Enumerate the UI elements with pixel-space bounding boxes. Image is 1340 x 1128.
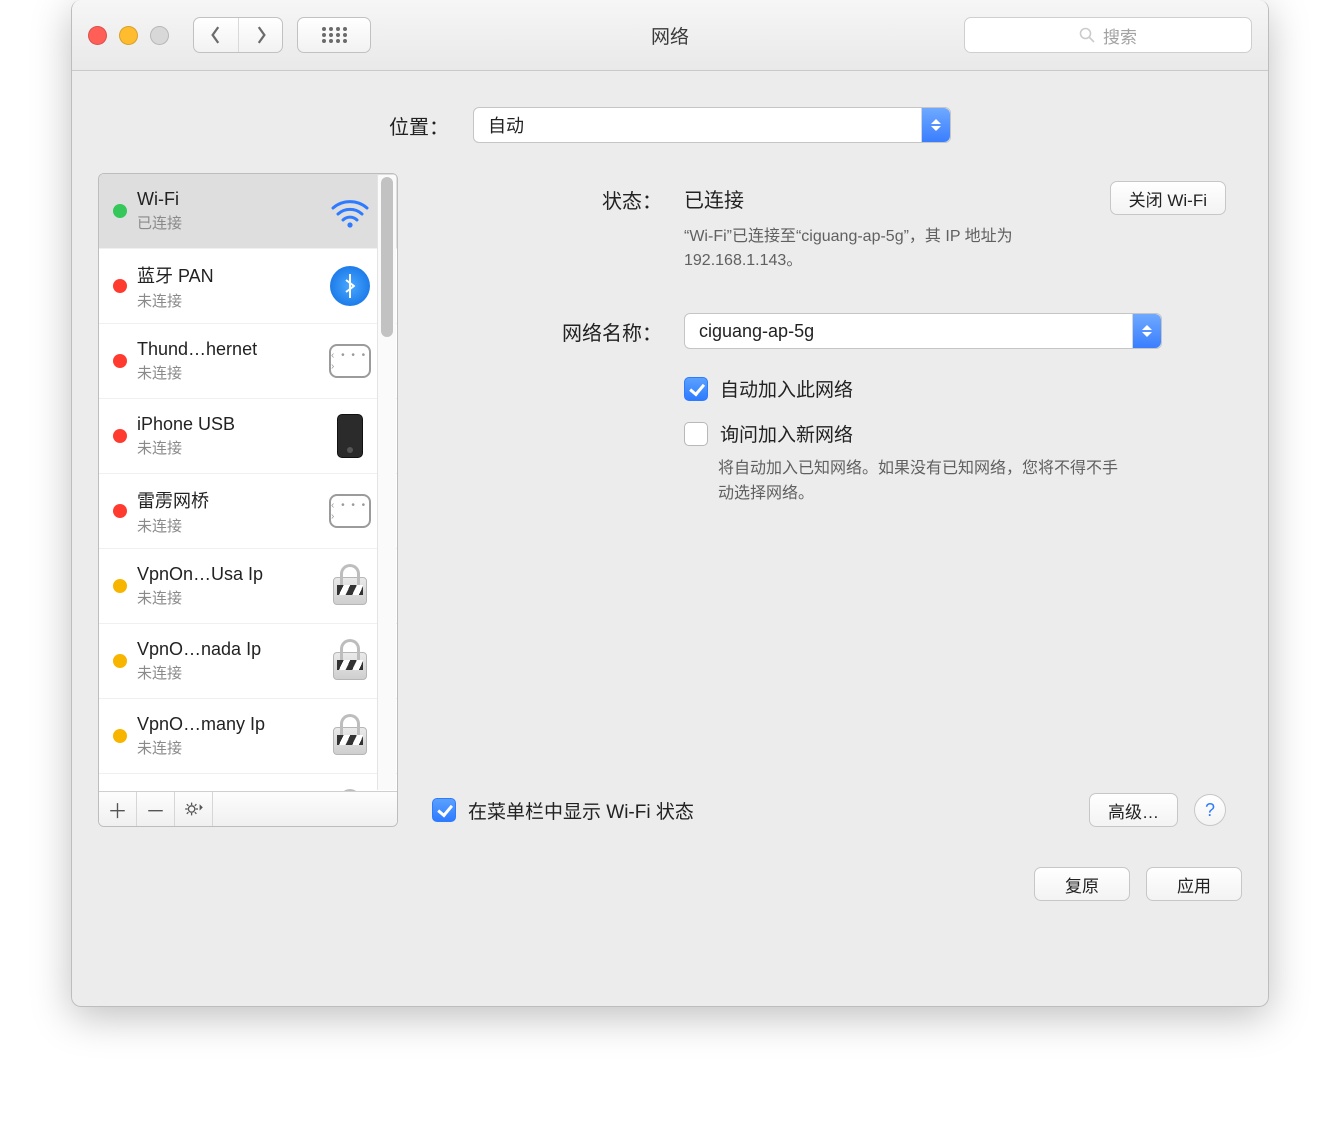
service-status: 未连接 <box>137 437 319 458</box>
search-icon <box>1079 27 1095 43</box>
vpn-lock-icon <box>329 640 371 682</box>
service-list[interactable]: Wi-Fi已连接蓝牙 PAN未连接Thund…hernet未连接‹ • • • … <box>99 174 397 791</box>
status-dot-icon <box>113 279 127 293</box>
show-all-button[interactable] <box>298 18 370 52</box>
ask-join-label: 询问加入新网络 <box>720 420 853 447</box>
auto-join-label: 自动加入此网络 <box>720 375 853 402</box>
service-name: 雷雳网桥 <box>137 487 319 513</box>
show-menubar-checkbox[interactable]: 在菜单栏中显示 Wi-Fi 状态 <box>432 797 694 824</box>
checkbox-icon <box>684 377 708 401</box>
location-value: 自动 <box>488 112 524 138</box>
status-dot-icon <box>113 429 127 443</box>
scrollbar-thumb[interactable] <box>381 177 393 337</box>
status-dot-icon <box>113 579 127 593</box>
status-dot-icon <box>113 354 127 368</box>
chevron-right-icon <box>254 26 268 44</box>
advanced-button[interactable]: 高级… <box>1089 793 1178 827</box>
remove-service-button[interactable]: － <box>137 792 175 826</box>
service-status: 未连接 <box>137 362 319 383</box>
checkbox-icon <box>684 422 708 446</box>
service-list-panel: Wi-Fi已连接蓝牙 PAN未连接Thund…hernet未连接‹ • • • … <box>98 173 398 827</box>
dialog-footer: 复原 应用 <box>72 853 1268 901</box>
caret-updown-icon <box>1132 314 1161 348</box>
status-dot-icon <box>113 654 127 668</box>
scrollbar[interactable] <box>377 175 396 790</box>
show-menubar-label: 在菜单栏中显示 Wi-Fi 状态 <box>468 797 694 824</box>
service-item[interactable]: VpnO…tp Uk Ip未连接 <box>99 774 397 791</box>
ask-join-checkbox[interactable]: 询问加入新网络 <box>684 420 1226 447</box>
iphone-icon <box>329 415 371 457</box>
service-name: VpnO…nada Ip <box>137 639 319 660</box>
service-item[interactable]: Thund…hernet未连接 ‹ • • • › <box>99 324 397 399</box>
service-list-footer: ＋ － <box>99 791 397 826</box>
service-status: 未连接 <box>137 662 319 683</box>
status-dot-icon <box>113 204 127 218</box>
chevron-left-icon <box>209 26 223 44</box>
caret-updown-icon <box>921 108 950 142</box>
service-item[interactable]: VpnOn…Usa Ip未连接 <box>99 549 397 624</box>
auto-join-checkbox[interactable]: 自动加入此网络 <box>684 375 1226 402</box>
help-button[interactable]: ? <box>1194 794 1226 826</box>
wifi-icon <box>329 190 371 232</box>
detail-panel: 状态： 已连接 关闭 Wi-Fi “Wi-Fi”已连接至“ciguang-ap-… <box>416 173 1242 827</box>
revert-button[interactable]: 复原 <box>1034 867 1130 901</box>
gear-icon <box>184 801 204 817</box>
status-dot-icon <box>113 504 127 518</box>
network-name-value: ciguang-ap-5g <box>699 321 814 342</box>
service-item[interactable]: VpnO…nada Ip未连接 <box>99 624 397 699</box>
vpn-lock-icon <box>329 790 371 791</box>
network-name-select[interactable]: ciguang-ap-5g <box>684 313 1162 349</box>
service-item[interactable]: 蓝牙 PAN未连接 <box>99 249 397 324</box>
window-controls <box>88 26 169 45</box>
service-actions-button[interactable] <box>175 792 213 826</box>
service-status: 未连接 <box>137 515 319 536</box>
status-label: 状态： <box>432 181 684 214</box>
location-select[interactable]: 自动 <box>473 107 951 143</box>
ask-join-hint: 将自动加入已知网络。如果没有已知网络，您将不得不手动选择网络。 <box>718 457 1118 507</box>
status-dot-icon <box>113 729 127 743</box>
service-item[interactable]: 雷雳网桥未连接 ‹ • • • › <box>99 474 397 549</box>
search-input[interactable]: 搜索 <box>964 17 1252 53</box>
service-item[interactable]: iPhone USB未连接 <box>99 399 397 474</box>
service-name: Wi-Fi <box>137 189 319 210</box>
service-status: 未连接 <box>137 737 319 758</box>
vpn-lock-icon <box>329 565 371 607</box>
titlebar: 网络 搜索 <box>72 0 1268 71</box>
forward-button[interactable] <box>238 18 282 52</box>
ethernet-icon: ‹ • • • › <box>329 490 371 532</box>
bluetooth-icon <box>329 265 371 307</box>
service-name: VpnO…tp Uk Ip <box>137 789 319 791</box>
service-name: 蓝牙 PAN <box>137 262 319 288</box>
service-name: iPhone USB <box>137 414 319 435</box>
network-name-label: 网络名称： <box>432 313 684 346</box>
apply-button[interactable]: 应用 <box>1146 867 1242 901</box>
search-placeholder: 搜索 <box>1103 23 1137 48</box>
question-icon: ? <box>1205 800 1215 821</box>
service-name: VpnO…many Ip <box>137 714 319 735</box>
toggle-wifi-button[interactable]: 关闭 Wi-Fi <box>1110 181 1226 215</box>
checkbox-icon <box>432 798 456 822</box>
service-status: 未连接 <box>137 587 319 608</box>
network-preferences-window: 网络 搜索 位置： 自动 Wi-Fi已连接蓝牙 PAN未连接Thund…hern… <box>71 0 1269 1007</box>
service-item[interactable]: Wi-Fi已连接 <box>99 174 397 249</box>
show-all-prefs <box>297 17 371 53</box>
minimize-window-button[interactable] <box>119 26 138 45</box>
back-button[interactable] <box>194 18 238 52</box>
ethernet-icon: ‹ • • • › <box>329 340 371 382</box>
zoom-window-button[interactable] <box>150 26 169 45</box>
service-item[interactable]: VpnO…many Ip未连接 <box>99 699 397 774</box>
location-label: 位置： <box>389 111 449 140</box>
service-status: 已连接 <box>137 212 319 233</box>
status-description: “Wi-Fi”已连接至“ciguang-ap-5g”，其 IP 地址为 192.… <box>684 225 1104 273</box>
nav-back-forward <box>193 17 283 53</box>
grid-icon <box>321 26 347 44</box>
close-window-button[interactable] <box>88 26 107 45</box>
service-status: 未连接 <box>137 290 319 311</box>
add-service-button[interactable]: ＋ <box>99 792 137 826</box>
service-name: Thund…hernet <box>137 339 319 360</box>
vpn-lock-icon <box>329 715 371 757</box>
location-row: 位置： 自动 <box>72 71 1268 173</box>
service-name: VpnOn…Usa Ip <box>137 564 319 585</box>
status-value: 已连接 <box>684 184 744 213</box>
